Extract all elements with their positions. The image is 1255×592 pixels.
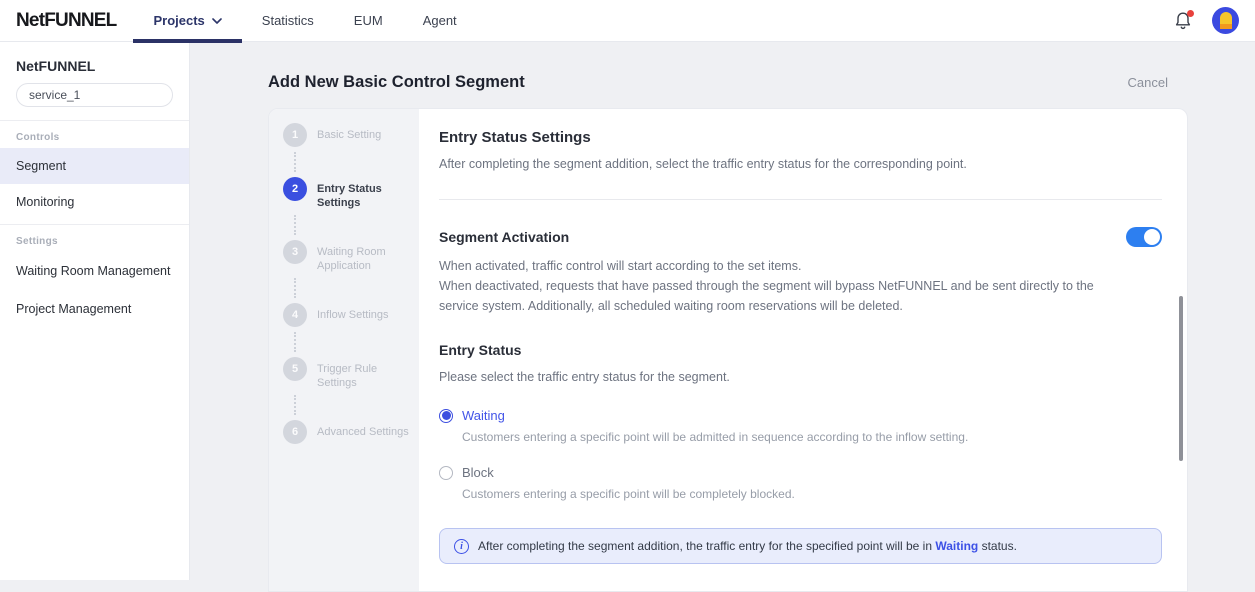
nav-item-label: EUM [354,13,383,28]
step-trigger-rule-settings[interactable]: 5 Trigger Rule Settings [283,357,409,390]
segment-activation-title: Segment Activation [439,229,569,245]
activation-description-line1: When activated, traffic control will sta… [439,256,1119,276]
wizard-stepper: 1 Basic Setting 2 Entry Status Settings … [269,109,419,591]
nav-right-actions [1174,7,1239,34]
segment-activation-toggle[interactable] [1126,227,1162,247]
nav-item-label: Agent [423,13,457,28]
sidebar-item-waiting-room-management[interactable]: Waiting Room Management [0,252,189,290]
netfunnel-logo: NetFUNNEL [16,10,116,32]
service-selector[interactable]: service_1 [16,83,173,107]
info-icon: i [454,539,469,554]
entry-status-option-waiting: Waiting Customers entering a specific po… [439,408,1162,444]
step-number: 2 [283,177,307,201]
divider [439,199,1162,200]
block-radio-row[interactable]: Block [439,465,1162,480]
step-number: 3 [283,240,307,264]
step-inflow-settings[interactable]: 4 Inflow Settings [283,303,409,327]
info-banner: i After completing the segment addition,… [439,528,1162,564]
page-title: Add New Basic Control Segment [268,73,525,92]
top-nav-bar: NetFUNNEL Projects Statistics EUM Agent [0,0,1255,42]
sidebar-section-controls: Controls [0,121,189,148]
nav-item-label: Projects [153,13,204,28]
entry-status-description: Please select the traffic entry status f… [439,367,1162,387]
wizard-card: 1 Basic Setting 2 Entry Status Settings … [268,108,1188,592]
step-advanced-settings[interactable]: 6 Advanced Settings [283,420,409,444]
step-label: Basic Setting [317,123,409,142]
nav-item-eum[interactable]: EUM [334,0,403,42]
nav-item-agent[interactable]: Agent [403,0,477,42]
step-label: Advanced Settings [317,420,409,439]
sidebar-item-label: Waiting Room Management [16,264,170,278]
cancel-button[interactable]: Cancel [1128,75,1168,90]
sidebar: NetFUNNEL service_1 Controls Segment Mon… [0,42,190,580]
sidebar-item-label: Segment [16,159,66,173]
step-waiting-room-application[interactable]: 3 Waiting Room Application [283,240,409,273]
step-number: 1 [283,123,307,147]
waiting-radio-button[interactable] [439,409,453,423]
toggle-knob [1144,229,1160,245]
sidebar-item-label: Monitoring [16,195,74,209]
main-area: Add New Basic Control Segment Cancel 1 B… [190,42,1255,580]
user-avatar[interactable] [1212,7,1239,34]
avatar-funnel-icon [1220,12,1232,24]
sidebar-item-monitoring[interactable]: Monitoring [0,184,189,220]
nav-item-label: Statistics [262,13,314,28]
service-selector-value: service_1 [29,88,80,102]
step-label: Inflow Settings [317,303,409,322]
sidebar-item-project-management[interactable]: Project Management [0,290,189,328]
sidebar-project-title: NetFUNNEL [16,58,173,74]
entry-status-title: Entry Status [439,342,1162,358]
notification-badge [1187,10,1194,17]
step-number: 5 [283,357,307,381]
info-banner-highlight: Waiting [935,539,978,553]
notification-bell-icon[interactable] [1174,11,1194,31]
activation-description-line2: When deactivated, requests that have pas… [439,276,1119,316]
block-radio-button[interactable] [439,466,453,480]
section-title: Entry Status Settings [439,129,1162,146]
step-connector [294,395,409,415]
wizard-content: Entry Status Settings After completing t… [419,109,1187,591]
step-connector [294,278,409,298]
entry-status-option-block: Block Customers entering a specific poin… [439,465,1162,501]
step-connector [294,332,409,352]
step-label: Trigger Rule Settings [317,357,409,390]
block-radio-label: Block [462,465,494,480]
waiting-radio-row[interactable]: Waiting [439,408,1162,423]
step-label: Entry Status Settings [317,177,409,210]
step-number: 4 [283,303,307,327]
section-description: After completing the segment addition, s… [439,155,1162,174]
nav-menu: Projects Statistics EUM Agent [133,0,476,42]
step-connector [294,152,409,172]
scrollbar-thumb[interactable] [1179,296,1183,461]
waiting-radio-label: Waiting [462,408,505,423]
sidebar-item-segment[interactable]: Segment [0,148,189,184]
step-number: 6 [283,420,307,444]
info-banner-text: After completing the segment addition, t… [478,539,1017,553]
step-label: Waiting Room Application [317,240,409,273]
nav-item-projects[interactable]: Projects [133,0,241,42]
sidebar-item-label: Project Management [16,302,131,316]
sidebar-section-settings: Settings [0,225,189,252]
step-connector [294,215,409,235]
step-entry-status-settings[interactable]: 2 Entry Status Settings [283,177,409,210]
nav-item-statistics[interactable]: Statistics [242,0,334,42]
step-basic-setting[interactable]: 1 Basic Setting [283,123,409,147]
waiting-option-description: Customers entering a specific point will… [462,430,1162,444]
chevron-down-icon [212,18,222,24]
block-option-description: Customers entering a specific point will… [462,487,1162,501]
